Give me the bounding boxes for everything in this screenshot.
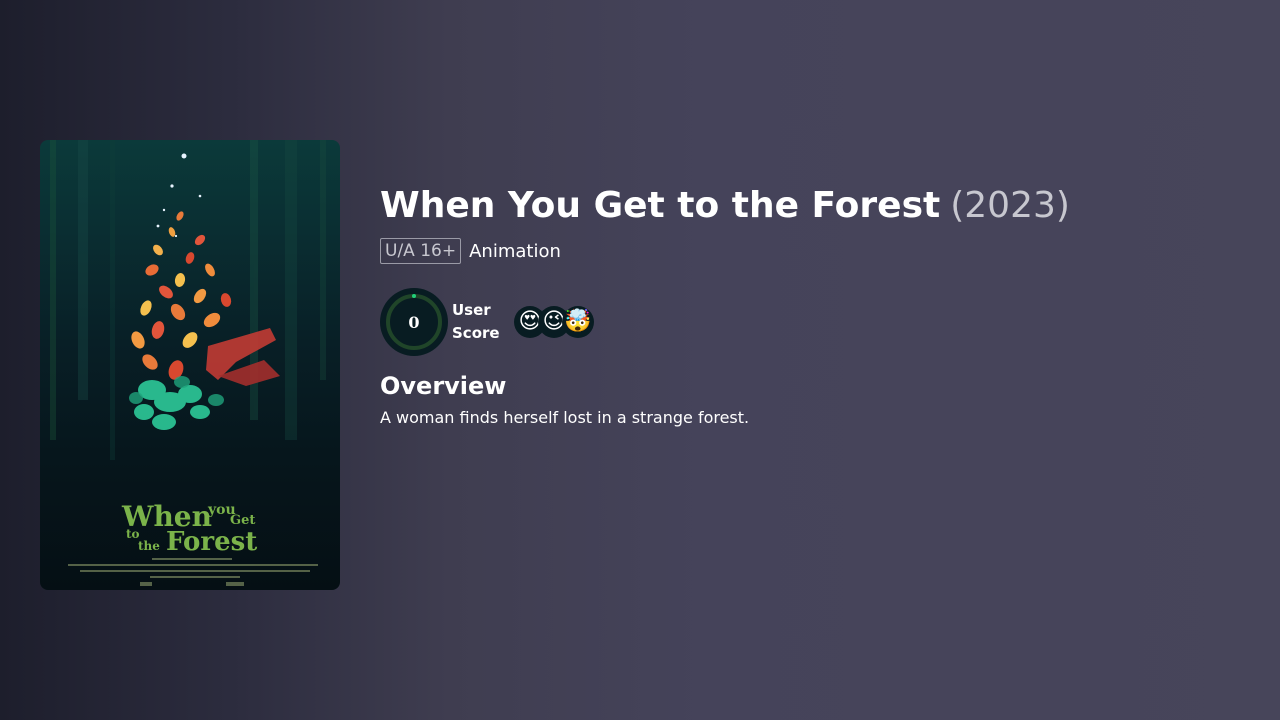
poster-title-the: the bbox=[138, 539, 160, 553]
facts-row: U/A 16+ Animation bbox=[380, 238, 1240, 264]
mind-blown-emoji-icon: 🤯 bbox=[562, 306, 594, 338]
movie-poster[interactable]: When you Get to the Forest bbox=[40, 140, 340, 590]
movie-title[interactable]: When You Get to the Forest bbox=[380, 182, 940, 230]
user-score-value: 0 bbox=[408, 312, 420, 332]
movie-details: When You Get to the Forest (2023) U/A 16… bbox=[380, 182, 1240, 428]
poster-title-forest: Forest bbox=[166, 527, 257, 557]
overview-heading: Overview bbox=[380, 372, 507, 400]
release-year: (2023) bbox=[950, 185, 1070, 226]
overview-text: A woman finds herself lost in a strange … bbox=[380, 408, 750, 427]
user-score-label-line2: Score bbox=[452, 324, 500, 342]
user-score-chart[interactable]: 0 bbox=[380, 288, 448, 356]
poster-artwork: When you Get to the Forest bbox=[50, 140, 326, 586]
poster-title-get: Get bbox=[230, 513, 255, 528]
title-row: When You Get to the Forest (2023) bbox=[380, 182, 1240, 230]
reaction-emojis[interactable]: 😍 😉 🤯 bbox=[514, 306, 594, 338]
genre-link[interactable]: Animation bbox=[469, 241, 561, 262]
user-score-label: User Score bbox=[452, 299, 504, 345]
certification-badge: U/A 16+ bbox=[380, 238, 462, 264]
user-score-label-line1: User bbox=[452, 301, 491, 319]
score-row: 0 User Score 😍 😉 🤯 bbox=[380, 288, 1240, 356]
